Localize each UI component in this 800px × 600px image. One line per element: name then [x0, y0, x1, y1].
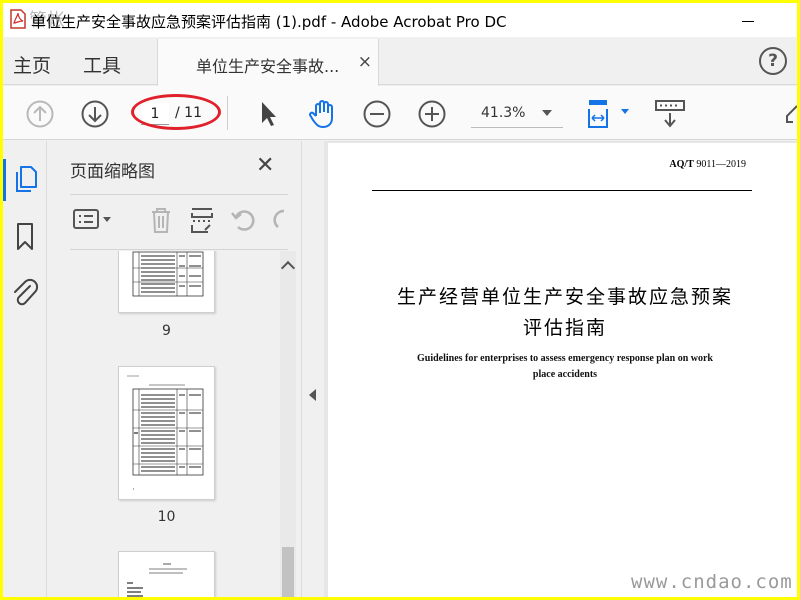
tab-home[interactable]: 主页 [13, 51, 51, 78]
toolbar-divider [227, 96, 228, 130]
scroll-up-icon[interactable] [280, 260, 296, 276]
select-cursor-icon[interactable] [257, 99, 279, 129]
options-menu-icon[interactable] [72, 207, 116, 233]
toolbar: 1 / 11 41.3% [3, 86, 797, 140]
thumbnail-label: 9 [162, 323, 171, 339]
attachment-icon[interactable] [10, 277, 40, 309]
standard-code: AQ/T 9011—2019 [669, 159, 746, 170]
header-rule [372, 190, 752, 191]
scrollbar-thumb[interactable] [282, 547, 294, 597]
chevron-left-icon [309, 389, 316, 401]
minimize-button[interactable] [739, 13, 759, 29]
rotate-left-icon[interactable] [228, 205, 258, 235]
page-thumbnails-icon[interactable] [12, 163, 40, 195]
document-page: AQ/T 9011—2019 生产经营单位生产安全事故应急预案 评估指南 Gui… [328, 143, 797, 597]
thumbnail-content [132, 251, 204, 297]
watermark: www.cndao.com [631, 571, 793, 593]
document-subtitle-line2: place accidents [532, 369, 598, 380]
thumbnail-panel: 页面缩略图 ✕ 9 10 [48, 141, 298, 597]
standard-code-number: 9011—2019 [696, 159, 746, 170]
insert-page-icon[interactable] [188, 205, 216, 235]
zoom-value: 41.3% [481, 105, 526, 121]
thumbnail-scrollbar[interactable] [280, 251, 296, 597]
thumbnail-label: 10 [157, 509, 176, 525]
panel-close-button[interactable]: ✕ [256, 153, 274, 178]
acrobat-pdf-icon [10, 9, 26, 29]
rail-active-indicator [3, 159, 6, 201]
document-title-line1: 生产经营单位生产安全事故应急预案 [396, 286, 733, 308]
tab-bar: 主页 工具 单位生产安全事故... × ? [3, 39, 797, 86]
hand-tool-icon[interactable] [307, 98, 339, 130]
bookmark-icon[interactable] [14, 221, 38, 253]
scroll-mode-icon[interactable] [653, 98, 687, 130]
thumbnail-content [127, 563, 187, 597]
thumbnail-list: 9 10 [48, 251, 298, 597]
tab-close-button[interactable]: × [358, 52, 372, 72]
chevron-down-icon[interactable] [542, 110, 552, 116]
page-fit-icon[interactable] [585, 97, 633, 131]
panel-title: 页面缩略图 [70, 162, 155, 182]
zoom-out-icon[interactable] [362, 99, 392, 129]
title-bar: 管帐 单位生产安全事故应急预案评估指南 (1).pdf - Adobe Acro… [3, 3, 797, 37]
tab-document[interactable]: 单位生产安全事故... × [157, 39, 379, 86]
arrow-down-icon[interactable] [80, 99, 110, 129]
window-title: 单位生产安全事故应急预案评估指南 (1).pdf - Adobe Acrobat… [31, 13, 507, 31]
document-title-line2: 评估指南 [522, 317, 607, 339]
thumbnail-content [127, 375, 204, 490]
zoom-in-icon[interactable] [417, 99, 447, 129]
rotate-right-icon[interactable] [270, 205, 288, 235]
document-view[interactable]: AQ/T 9011—2019 生产经营单位生产安全事故应急预案 评估指南 Gui… [324, 141, 797, 597]
standard-code-prefix: AQ/T [669, 159, 694, 170]
tab-document-label: 单位生产安全事故... [196, 57, 340, 76]
panel-divider [70, 194, 288, 195]
left-rail [3, 141, 47, 597]
panel-collapse-handle[interactable] [301, 141, 323, 597]
panel-divider [70, 249, 288, 250]
annotation-ellipse [131, 94, 221, 130]
document-subtitle-line1: Guidelines for enterprises to assess eme… [416, 353, 713, 364]
app-window: 管帐 单位生产安全事故应急预案评估指南 (1).pdf - Adobe Acro… [3, 3, 797, 597]
help-button[interactable]: ? [759, 47, 787, 75]
delete-icon[interactable] [148, 205, 174, 235]
page-thumbnail-11[interactable] [118, 551, 215, 597]
page-thumbnail-9[interactable] [118, 251, 215, 313]
arrow-up-icon[interactable] [25, 99, 55, 129]
page-thumbnail-10[interactable] [118, 366, 215, 500]
edit-tool-icon[interactable] [785, 102, 797, 126]
tab-tools[interactable]: 工具 [83, 51, 121, 78]
